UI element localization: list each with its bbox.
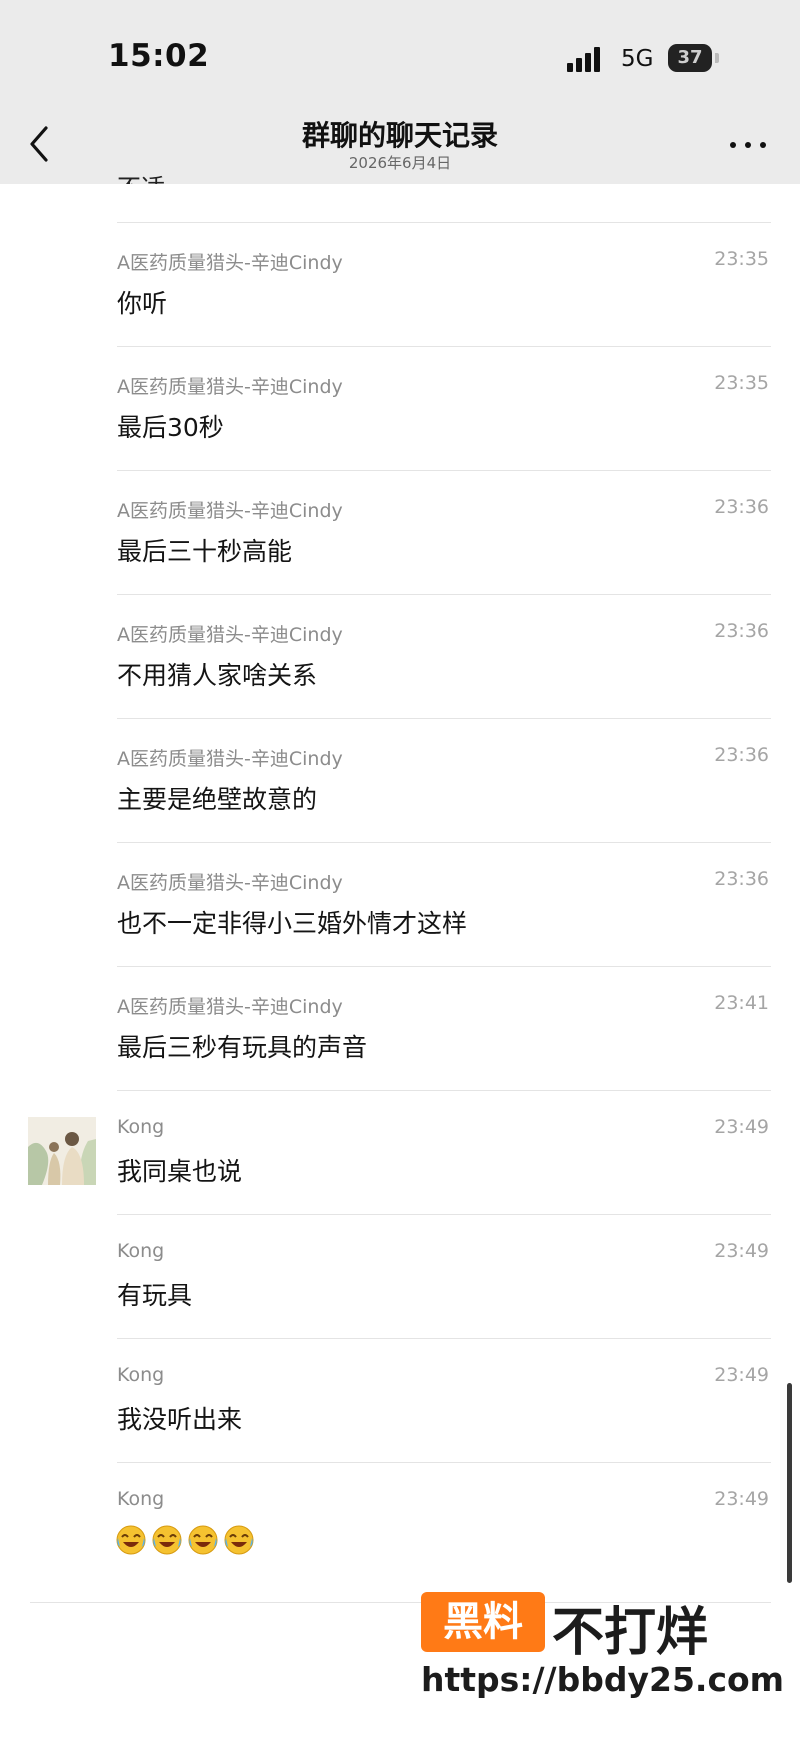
laughing-crying-emoji (116, 1525, 146, 1555)
message-text: 我同桌也说 (117, 1157, 243, 1186)
message-sender: A医药质量猎头-辛迪Cindy (117, 500, 343, 522)
message-time: 23:36 (714, 868, 769, 890)
avatar[interactable] (28, 1117, 96, 1185)
message-sender: A医药质量猎头-辛迪Cindy (117, 872, 343, 894)
list-item[interactable]: A医药质量猎头-辛迪Cindy 23:36 最后三十秒高能 (0, 470, 800, 593)
message-sender: Kong (117, 1488, 165, 1510)
battery-tip (715, 53, 719, 63)
page-title: 群聊的聊天记录 (301, 119, 498, 152)
message-text: 你听 (117, 289, 168, 318)
status-time: 15:02 (108, 38, 210, 74)
list-item[interactable]: Kong 23:49 有玩具 (0, 1214, 800, 1337)
divider (117, 470, 771, 471)
watermark-text: 不打烊 (552, 1603, 709, 1663)
avatar-image (28, 1117, 96, 1185)
network-type: 5G (621, 46, 654, 72)
message-text: 也不一定非得小三婚外情才这样 (117, 909, 468, 938)
divider (117, 346, 771, 347)
message-sender: Kong (117, 1364, 165, 1386)
message-time: 23:35 (714, 248, 769, 270)
list-item[interactable]: A医药质量猎头-辛迪Cindy 23:36 不用猜人家啥关系 (0, 594, 800, 717)
battery-level-text: 37 (677, 47, 703, 68)
more-dots-icon (730, 142, 736, 148)
list-item[interactable]: A医药质量猎头-辛迪Cindy 23:41 最后三秒有玩具的声音 (0, 966, 800, 1089)
message-sender: Kong (117, 1240, 165, 1262)
scrollbar[interactable] (787, 1383, 792, 1583)
message-text: 最后三十秒高能 (117, 537, 293, 566)
emoji-message (115, 1524, 259, 1560)
message-sender: A医药质量猎头-辛迪Cindy (117, 996, 343, 1018)
message-time: 23:36 (714, 620, 769, 642)
message-time: 23:49 (714, 1364, 769, 1386)
message-time: 23:49 (714, 1488, 769, 1510)
divider (117, 1090, 771, 1091)
divider (117, 1338, 771, 1339)
list-item[interactable]: Kong 23:49 (0, 1462, 800, 1585)
list-item[interactable]: A医药质量猎头-辛迪Cindy 23:35 你听 (0, 222, 800, 345)
battery-icon: 37 (668, 44, 712, 72)
message-time: 23:49 (714, 1240, 769, 1262)
status-bar: 15:02 5G 37 (0, 0, 800, 104)
list-item[interactable]: A医药质量猎头-辛迪Cindy 23:36 主要是绝壁故意的 (0, 718, 800, 841)
message-text: 不用猜人家啥关系 (117, 661, 318, 690)
list-item[interactable]: Kong 23:49 我同桌也说 (0, 1090, 800, 1213)
watermark-url: https://bbdy25.com (421, 1660, 785, 1699)
message-text: 最后三秒有玩具的声音 (117, 1033, 368, 1062)
message-time: 23:49 (714, 1116, 769, 1138)
watermark-logo: 黑料 (443, 1599, 523, 1645)
message-time: 23:35 (714, 372, 769, 394)
list-item[interactable]: Kong 23:49 我没听出来 (0, 1338, 800, 1461)
message-sender: A医药质量猎头-辛迪Cindy (117, 624, 343, 646)
divider (117, 1214, 771, 1215)
message-text: 我没听出来 (117, 1405, 243, 1434)
message-text: 最后30秒 (117, 413, 224, 442)
message-time: 23:36 (714, 496, 769, 518)
list-item[interactable]: A医药质量猎头-辛迪Cindy 23:35 最后30秒 (0, 346, 800, 469)
message-time: 23:41 (714, 992, 769, 1014)
laughing-crying-emoji (152, 1525, 182, 1555)
divider (117, 718, 771, 719)
more-button[interactable] (728, 138, 768, 152)
cut-off-message: 不适 (117, 168, 165, 184)
message-text: 主要是绝壁故意的 (117, 785, 318, 814)
list-item[interactable]: A医药质量猎头-辛迪Cindy 23:36 也不一定非得小三婚外情才这样 (0, 842, 800, 965)
laughing-crying-emoji (188, 1525, 218, 1555)
divider (117, 594, 771, 595)
message-sender: A医药质量猎头-辛迪Cindy (117, 252, 343, 274)
message-sender: Kong (117, 1116, 165, 1138)
divider (117, 1462, 771, 1463)
laughing-crying-emoji (224, 1525, 254, 1555)
message-text: 有玩具 (117, 1281, 193, 1310)
signal-icon (567, 46, 609, 72)
divider (117, 842, 771, 843)
message-sender: A医药质量猎头-辛迪Cindy (117, 376, 343, 398)
divider (117, 222, 771, 223)
message-time: 23:36 (714, 744, 769, 766)
message-sender: A医药质量猎头-辛迪Cindy (117, 748, 343, 770)
divider (117, 966, 771, 967)
